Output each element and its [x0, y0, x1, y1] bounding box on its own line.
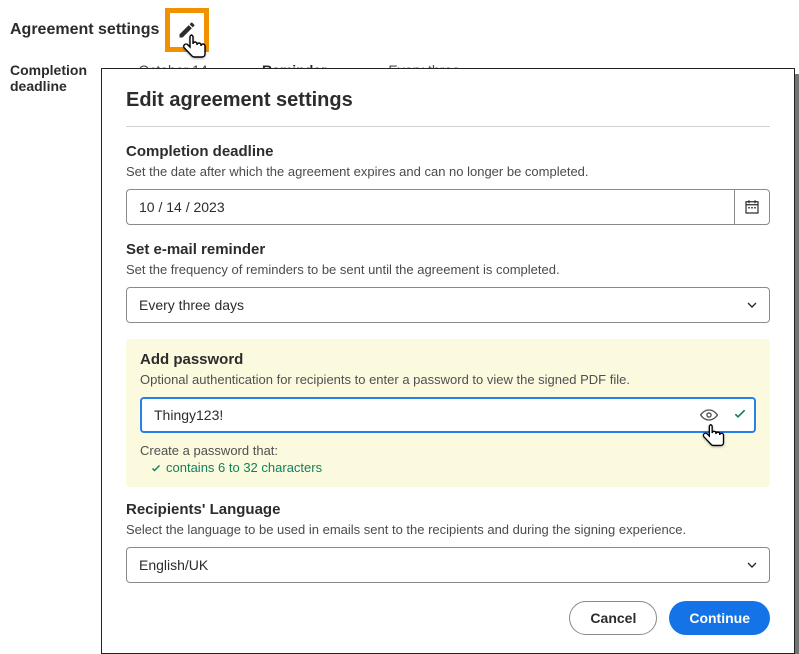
recipients-language-value: English/UK [139, 557, 208, 573]
password-hint: Create a password that: [140, 443, 756, 458]
toggle-password-visibility-button[interactable] [698, 404, 720, 426]
reminder-frequency-value: Every three days [139, 297, 244, 313]
dialog-footer: Cancel Continue [126, 601, 770, 635]
deadline-help: Set the date after which the agreement e… [126, 164, 770, 179]
check-icon [150, 462, 162, 474]
password-rule: contains 6 to 32 characters [140, 460, 756, 475]
divider [126, 126, 770, 127]
deadline-section: Completion deadline Set the date after w… [126, 143, 770, 225]
page-title: Agreement settings [10, 21, 159, 39]
deadline-date-input[interactable] [126, 189, 734, 225]
calendar-button[interactable] [734, 189, 770, 225]
deadline-title: Completion deadline [126, 143, 770, 160]
password-input[interactable] [140, 397, 756, 433]
pencil-icon [177, 20, 197, 40]
language-title: Recipients' Language [126, 501, 770, 518]
recipients-language-select[interactable]: English/UK [126, 547, 770, 583]
password-section: Add password Optional authentication for… [126, 339, 770, 487]
cancel-button[interactable]: Cancel [569, 601, 657, 635]
reminder-section: Set e-mail reminder Set the frequency of… [126, 241, 770, 323]
password-title: Add password [140, 351, 756, 368]
language-help: Select the language to be used in emails… [126, 522, 770, 537]
eye-icon [699, 405, 719, 425]
password-rule-text: contains 6 to 32 characters [166, 460, 322, 475]
password-valid-check-icon [732, 406, 748, 425]
edit-settings-button[interactable] [165, 8, 209, 52]
language-section: Recipients' Language Select the language… [126, 501, 770, 583]
continue-button[interactable]: Continue [669, 601, 770, 635]
reminder-frequency-select[interactable]: Every three days [126, 287, 770, 323]
edit-settings-dialog: Edit agreement settings Completion deadl… [101, 68, 795, 654]
calendar-icon [743, 198, 761, 216]
reminder-help: Set the frequency of reminders to be sen… [126, 262, 770, 277]
dialog-title: Edit agreement settings [126, 89, 770, 112]
password-help: Optional authentication for recipients t… [140, 372, 756, 387]
reminder-title: Set e-mail reminder [126, 241, 770, 258]
